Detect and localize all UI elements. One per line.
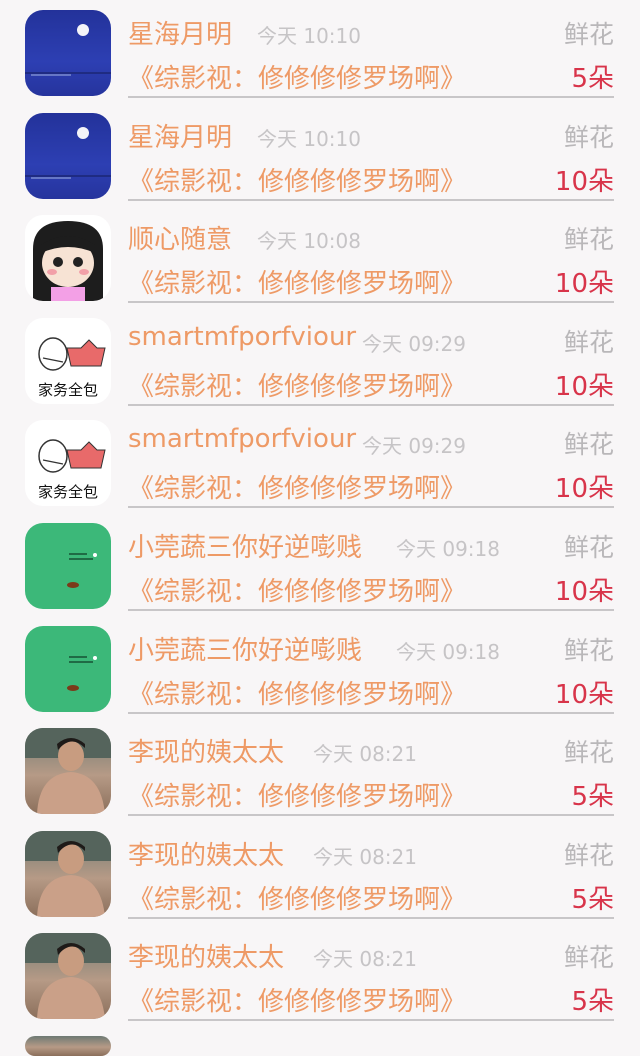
sender-name: 星海月明 bbox=[128, 20, 233, 50]
list-item[interactable]: 小莞蔬三你好逆嘭贱 今天 09:18 鲜花 《综影视：修修修修罗场啊》 10朵 bbox=[0, 616, 640, 719]
person-photo-icon bbox=[25, 933, 111, 1020]
sender-name: 顺心随意 bbox=[128, 225, 233, 256]
gift-type-label: 鲜花 bbox=[563, 635, 614, 665]
gift-type-label: 鲜花 bbox=[563, 327, 614, 357]
list-item[interactable]: 星海月明 今天 10:10 鲜花 《综影视：修修修修罗场啊》 10朵 bbox=[0, 103, 640, 206]
night-moon-icon bbox=[25, 24, 111, 76]
work-title[interactable]: 《综影视：修修修修罗场啊》 bbox=[128, 981, 466, 1018]
gift-count: 10朵 bbox=[554, 576, 614, 607]
work-title[interactable]: 《综影视：修修修修罗场啊》 bbox=[128, 879, 466, 916]
timestamp: 今天 09:29 bbox=[362, 434, 466, 459]
work-title[interactable]: 《综影视：修修修修罗场啊》 bbox=[128, 161, 466, 198]
list-item[interactable]: 家务全包 smartmfporfviour 今天 09:29 鲜花 《综影视：修… bbox=[0, 410, 640, 513]
avatar[interactable] bbox=[25, 522, 111, 609]
list-item[interactable]: 小莞蔬三你好逆嘭贱 今天 09:18 鲜花 《综影视：修修修修罗场啊》 10朵 bbox=[0, 513, 640, 616]
timestamp: 今天 09:18 bbox=[396, 639, 500, 664]
timestamp: 今天 08:21 bbox=[313, 742, 417, 767]
work-title[interactable]: 《综影视：修修修修罗场啊》 bbox=[128, 263, 466, 300]
gift-type-label: 鲜花 bbox=[563, 738, 614, 768]
green-card-icon bbox=[67, 552, 97, 588]
gift-type-label: 鲜花 bbox=[563, 532, 614, 562]
avatar[interactable]: 家务全包 bbox=[25, 420, 111, 507]
avatar-caption: 家务全包 bbox=[38, 483, 98, 501]
timestamp: 今天 09:18 bbox=[396, 536, 500, 561]
list-item[interactable]: 李现的姨太太 今天 08:21 鲜花 《综影视：修修修修罗场啊》 5朵 bbox=[0, 718, 640, 821]
gift-type-label: 鲜花 bbox=[563, 122, 614, 152]
work-title[interactable]: 《综影视：修修修修罗场啊》 bbox=[128, 366, 466, 403]
gift-type-label: 鲜花 bbox=[563, 430, 614, 460]
gift-count: 10朵 bbox=[554, 166, 614, 197]
avatar[interactable] bbox=[25, 112, 111, 199]
avatar[interactable] bbox=[25, 10, 111, 96]
list-item[interactable]: 家务全包 smartmfporfviour 今天 09:29 鲜花 《综影视：修… bbox=[0, 308, 640, 411]
timestamp: 今天 08:21 bbox=[313, 844, 417, 869]
timestamp: 今天 10:10 bbox=[257, 126, 361, 151]
timestamp: 今天 08:21 bbox=[313, 947, 417, 972]
gift-count: 10朵 bbox=[554, 269, 614, 300]
avatar[interactable] bbox=[25, 215, 111, 302]
work-title[interactable]: 《综影视：修修修修罗场啊》 bbox=[128, 674, 466, 711]
green-card-icon bbox=[67, 655, 97, 691]
gift-type-label: 鲜花 bbox=[563, 840, 614, 870]
list-item[interactable]: 李现的姨太太 今天 08:21 鲜花 《综影视：修修修修罗场啊》 5朵 bbox=[0, 923, 640, 1026]
avatar[interactable] bbox=[25, 933, 111, 1020]
gift-type-label: 鲜花 bbox=[563, 20, 614, 49]
person-photo-icon bbox=[25, 728, 111, 815]
sender-name: 小莞蔬三你好逆嘭贱 bbox=[128, 635, 363, 666]
sender-name: smartmfporfviour bbox=[128, 321, 357, 352]
timestamp: 今天 09:29 bbox=[362, 331, 466, 356]
work-title[interactable]: 《综影视：修修修修罗场啊》 bbox=[128, 571, 466, 608]
gift-count: 10朵 bbox=[554, 371, 614, 402]
gift-record-list: 星海月明 今天 10:10 鲜花 《综影视：修修修修罗场啊》 5朵 星海月明 今… bbox=[0, 0, 640, 1056]
avatar[interactable] bbox=[25, 728, 111, 815]
gift-count: 5朵 bbox=[571, 64, 614, 94]
cartoon-girl-icon bbox=[33, 221, 103, 302]
work-title[interactable]: 《综影视：修修修修罗场啊》 bbox=[128, 776, 466, 813]
timestamp: 今天 10:08 bbox=[257, 229, 361, 254]
sender-name: 小莞蔬三你好逆嘭贱 bbox=[128, 532, 363, 563]
housework-sticker-icon: 家务全包 bbox=[38, 439, 106, 501]
list-item[interactable]: 星海月明 今天 10:10 鲜花 《综影视：修修修修罗场啊》 5朵 bbox=[0, 0, 640, 103]
timestamp: 今天 10:10 bbox=[257, 24, 361, 48]
avatar[interactable] bbox=[25, 830, 111, 917]
sender-name: 李现的姨太太 bbox=[128, 840, 285, 871]
gift-type-label: 鲜花 bbox=[563, 225, 614, 255]
work-title[interactable]: 《综影视：修修修修罗场啊》 bbox=[128, 58, 466, 95]
sender-name: 李现的姨太太 bbox=[128, 943, 285, 974]
avatar[interactable] bbox=[25, 625, 111, 712]
gift-count: 5朵 bbox=[571, 782, 614, 813]
gift-count: 5朵 bbox=[571, 987, 614, 1018]
avatar[interactable] bbox=[25, 1035, 111, 1056]
list-item[interactable]: 李现的姨太太 今天 08:21 鲜花 《综影视：修修修修罗场啊》 5朵 bbox=[0, 821, 640, 924]
avatar[interactable]: 家务全包 bbox=[25, 317, 111, 404]
person-photo-icon bbox=[25, 830, 111, 917]
list-item-partial[interactable] bbox=[0, 1026, 640, 1056]
housework-sticker-icon: 家务全包 bbox=[38, 337, 106, 399]
gift-count: 5朵 bbox=[571, 884, 614, 915]
sender-name: 李现的姨太太 bbox=[128, 738, 285, 769]
night-moon-icon bbox=[25, 126, 111, 179]
avatar-caption: 家务全包 bbox=[38, 381, 98, 399]
sender-name: smartmfporfviour bbox=[128, 424, 357, 455]
work-title[interactable]: 《综影视：修修修修罗场啊》 bbox=[128, 468, 466, 505]
gift-count: 10朵 bbox=[554, 474, 614, 505]
sender-name: 星海月明 bbox=[128, 122, 233, 153]
gift-count: 10朵 bbox=[554, 679, 614, 710]
gift-type-label: 鲜花 bbox=[563, 943, 614, 973]
list-item[interactable]: 顺心随意 今天 10:08 鲜花 《综影视：修修修修罗场啊》 10朵 bbox=[0, 205, 640, 308]
